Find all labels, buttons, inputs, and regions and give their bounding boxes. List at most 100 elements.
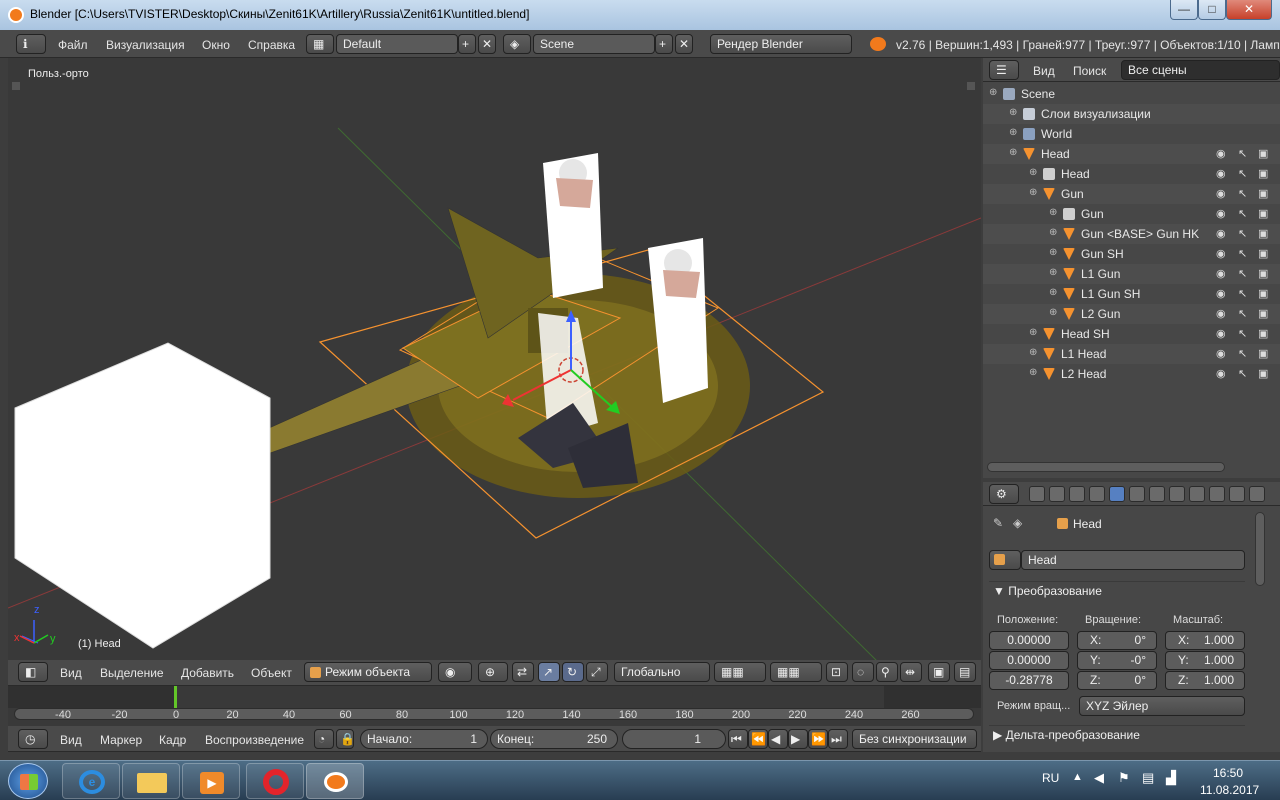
visibility-eye-icon[interactable]: ◉ [1216,227,1226,240]
selectable-cursor-icon[interactable]: ↖ [1238,307,1247,320]
screen-layout-field[interactable]: Default [336,34,458,54]
tab-material-icon[interactable] [1189,486,1205,502]
tab-constraints-icon[interactable] [1129,486,1145,502]
visibility-eye-icon[interactable]: ◉ [1216,287,1226,300]
expand-toggle-icon[interactable]: ⊕ [1049,267,1057,278]
jump-end-button[interactable]: ⏭ [828,729,848,749]
outliner-editor-type-button[interactable]: ☰ [989,60,1019,80]
timeline-menu-frame[interactable]: Кадр [159,733,186,747]
transform-panel-header[interactable]: ▼ Преобразование [989,581,1245,603]
outliner-row[interactable]: ⊕ L1 Head ◉ ↖ ▣ [983,344,1280,364]
info-editor-type-button[interactable]: ℹ [16,34,46,54]
tab-scene-icon[interactable] [1069,486,1085,502]
render-camera-icon[interactable]: ▣ [1258,167,1268,180]
expand-toggle-icon[interactable]: ⊕ [1049,307,1057,318]
tab-texture-icon[interactable] [1209,486,1225,502]
render-camera-icon[interactable]: ▣ [1258,327,1268,340]
current-frame-indicator[interactable] [174,686,177,708]
selectable-cursor-icon[interactable]: ↖ [1238,227,1247,240]
jump-prev-keyframe-button[interactable]: ⏪ [748,729,768,749]
3d-viewport[interactable]: Польз.-орто (1) Head z x y [8,58,981,662]
end-frame-field[interactable]: Конец: 250 [490,729,618,749]
render-camera-icon[interactable]: ▣ [1258,267,1268,280]
editor-type-button[interactable]: ◧ [18,662,48,682]
outliner-row[interactable]: ⊕ Head ◉ ↖ ▣ [983,164,1280,184]
scale-x-field[interactable]: X: 1.000 [1165,631,1245,650]
viewport-menu-select[interactable]: Выделение [100,666,164,680]
remove-scene-button[interactable]: ✕ [675,34,693,54]
selectable-cursor-icon[interactable]: ↖ [1238,287,1247,300]
expand-toggle-icon[interactable]: ⊕ [1009,147,1017,158]
close-button[interactable]: ✕ [1226,0,1272,20]
taskbar-media-button[interactable]: ▶ [182,763,240,799]
selectable-cursor-icon[interactable]: ↖ [1238,347,1247,360]
lock-camera-button[interactable]: ⊡ [826,662,848,682]
outliner-display-filter[interactable]: Все сцены [1121,60,1280,80]
taskbar-explorer-button[interactable] [122,763,180,799]
current-frame-field[interactable]: 1 [622,729,726,749]
tab-render-icon[interactable] [1029,486,1045,502]
render-camera-icon[interactable]: ▣ [1258,187,1268,200]
scale-manipulator-button[interactable]: ⤢ [586,662,608,682]
opengl-animation-button[interactable]: ▤ [954,662,976,682]
scale-y-field[interactable]: Y: 1.000 [1165,651,1245,670]
snap-toggle-button[interactable]: ⚲ [876,662,898,682]
render-camera-icon[interactable]: ▣ [1258,347,1268,360]
tray-expand-icon[interactable]: ▲ [1072,771,1083,783]
scene-field[interactable]: Scene [533,34,655,54]
expand-toggle-icon[interactable]: ⊕ [1029,327,1037,338]
language-indicator[interactable]: RU [1042,771,1059,785]
visibility-eye-icon[interactable]: ◉ [1216,367,1226,380]
visibility-eye-icon[interactable]: ◉ [1216,327,1226,340]
render-camera-icon[interactable]: ▣ [1258,207,1268,220]
interaction-mode-select[interactable]: Режим объекта [304,662,432,682]
properties-editor-type-button[interactable]: ⚙ [989,484,1019,504]
outliner-menu-search[interactable]: Поиск [1073,64,1106,78]
selectable-cursor-icon[interactable]: ↖ [1238,267,1247,280]
outliner-row[interactable]: ⊕ Head ◉ ↖ ▣ [983,144,1280,164]
tab-layers-icon[interactable] [1049,486,1065,502]
tab-modifiers-icon[interactable] [1149,486,1165,502]
render-camera-icon[interactable]: ▣ [1258,307,1268,320]
menu-window[interactable]: Окно [202,38,230,52]
rotation-y-field[interactable]: Y: -0° [1077,651,1157,670]
layers-grid-2[interactable]: ▦▦ [770,662,822,682]
render-camera-icon[interactable]: ▣ [1258,287,1268,300]
network-icon[interactable]: ▤ [1142,770,1154,786]
maximize-button[interactable]: □ [1198,0,1226,20]
menu-render[interactable]: Визуализация [106,38,185,52]
clock-time[interactable]: 16:50 [1213,766,1243,780]
selectable-cursor-icon[interactable]: ↖ [1238,167,1247,180]
menu-file[interactable]: Файл [58,38,88,52]
outliner-row[interactable]: ⊕ Scene [983,84,1280,104]
rotation-mode-select[interactable]: XYZ Эйлер [1079,696,1245,716]
manipulator-toggle-button[interactable]: ⇄ [512,662,534,682]
opengl-render-button[interactable]: ▣ [928,662,950,682]
outliner-menu-view[interactable]: Вид [1033,64,1055,78]
viewport-corner-right-icon[interactable] [967,82,975,90]
layers-grid-1[interactable]: ▦▦ [714,662,766,682]
start-button[interactable] [8,763,48,799]
expand-toggle-icon[interactable]: ⊕ [1029,367,1037,378]
tab-particles-icon[interactable] [1229,486,1245,502]
visibility-eye-icon[interactable]: ◉ [1216,307,1226,320]
outliner-row[interactable]: ⊕ Head SH ◉ ↖ ▣ [983,324,1280,344]
location-x-field[interactable]: 0.00000 [989,631,1069,650]
tab-world-icon[interactable] [1089,486,1105,502]
expand-toggle-icon[interactable]: ⊕ [1029,167,1037,178]
viewport-menu-add[interactable]: Добавить [181,666,234,680]
expand-toggle-icon[interactable]: ⊕ [1049,227,1057,238]
outliner-scrollbar[interactable] [987,462,1225,472]
pivot-point-button[interactable]: ⊕ [478,662,508,682]
visibility-eye-icon[interactable]: ◉ [1216,167,1226,180]
outliner-row[interactable]: ⊕ L2 Gun ◉ ↖ ▣ [983,304,1280,324]
lock-range-button[interactable]: 🔒 [336,729,354,749]
visibility-eye-icon[interactable]: ◉ [1216,247,1226,260]
timeline-scrollbar[interactable] [14,708,974,720]
outliner-row[interactable]: ⊕ L2 Head ◉ ↖ ▣ [983,364,1280,384]
proportional-edit-button[interactable]: ◌ [852,662,874,682]
outliner-row[interactable]: ⊕ Gun ◉ ↖ ▣ [983,184,1280,204]
taskbar-opera-button[interactable] [246,763,304,799]
jump-start-button[interactable]: ⏮ [728,729,748,749]
selectable-cursor-icon[interactable]: ↖ [1238,327,1247,340]
